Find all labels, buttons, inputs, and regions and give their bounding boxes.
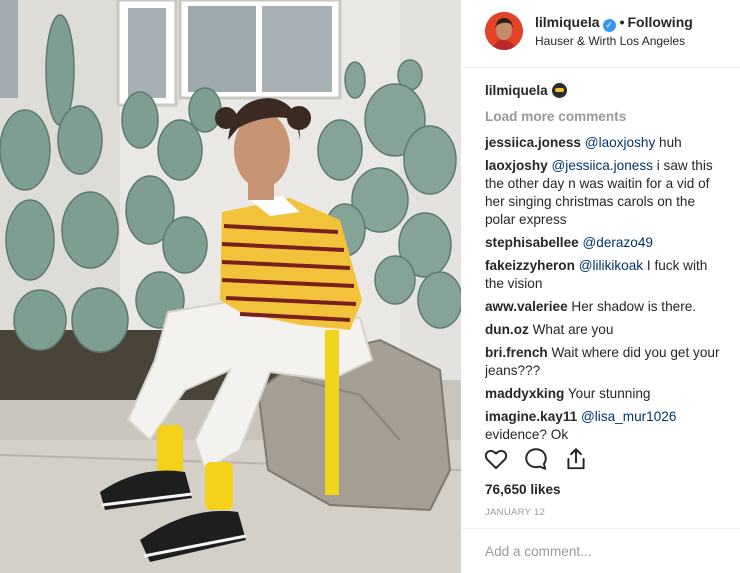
comment-mention[interactable]: @jessiica.joness [552,158,653,173]
post-date[interactable]: JANUARY 12 [485,507,545,518]
comment-username[interactable]: laoxjoshy [485,158,548,173]
comment-item: maddyxking Your stunning [485,385,725,403]
post-photo[interactable] [0,0,461,573]
comment-mention[interactable]: @derazo49 [582,235,653,250]
comment-username[interactable]: maddyxking [485,386,564,401]
heart-icon[interactable] [483,446,509,476]
comment-username[interactable]: stephisabellee [485,235,579,250]
verified-badge-icon: ✓ [602,19,616,32]
header-user-row: lilmiquela ✓ • Following [535,14,693,32]
photo-illustration [0,0,461,573]
post-side-panel: lilmiquela ✓ • Following Hauser & Wirth Los… [461,0,740,573]
add-comment-input[interactable] [485,544,725,559]
comment-text: Her shadow is there. [567,299,697,314]
comments-section: lilmiquela Load more comments jessiica.j… [485,82,725,440]
divider [461,528,740,529]
caption: lilmiquela [485,82,725,100]
share-icon[interactable] [563,446,589,476]
comment-bubble-icon[interactable] [523,446,549,476]
following-button[interactable]: Following [627,14,692,30]
comment-text: Your stunning [564,386,651,401]
comment-text: evidence? Ok [485,427,569,440]
comment-item: imagine.kay11 @lisa_mur1026 evidence? Ok [485,408,725,440]
comment-item: dun.oz What are you [485,321,725,339]
comment-item: stephisabellee @derazo49 [485,234,725,252]
comment-item: jessiica.joness @laoxjoshy huh [485,134,725,152]
comment-item: bri.french Wait where did you get your j… [485,344,725,380]
instagram-post: lilmiquela ✓ • Following Hauser & Wirth Los… [0,0,740,573]
comment-mention[interactable]: @lilikikoak [579,258,643,273]
separator-dot: • [619,14,625,30]
comment-item: fakeizzyheron @lilikikoak I fuck with th… [485,257,725,293]
header-username[interactable]: lilmiquela [535,14,600,30]
action-bar [483,446,589,476]
comment-item: laoxjoshy @jessiica.joness i saw this th… [485,157,725,229]
caption-username[interactable]: lilmiquela [485,83,548,98]
comment-item: aww.valeriee Her shadow is there. [485,298,725,316]
comment-username[interactable]: dun.oz [485,322,529,337]
location-link[interactable]: Hauser & Wirth Los Angeles [535,34,685,48]
avatar[interactable] [485,12,523,50]
comment-username[interactable]: aww.valeriee [485,299,568,314]
bee-emoji-icon [551,83,567,98]
comment-username[interactable]: fakeizzyheron [485,258,575,273]
likes-count[interactable]: 76,650 likes [485,482,561,497]
comment-username[interactable]: imagine.kay11 [485,409,577,424]
comment-text: huh [655,135,682,150]
load-more-comments-button[interactable]: Load more comments [485,108,725,126]
comment-text: What are you [528,322,614,337]
comment-username[interactable]: bri.french [485,345,548,360]
comment-username[interactable]: jessiica.joness [485,135,581,150]
avatar-image [485,12,523,50]
comment-mention[interactable]: @lisa_mur1026 [581,409,676,424]
post-header: lilmiquela ✓ • Following Hauser & Wirth Los… [461,0,740,68]
comment-mention[interactable]: @laoxjoshy [585,135,655,150]
